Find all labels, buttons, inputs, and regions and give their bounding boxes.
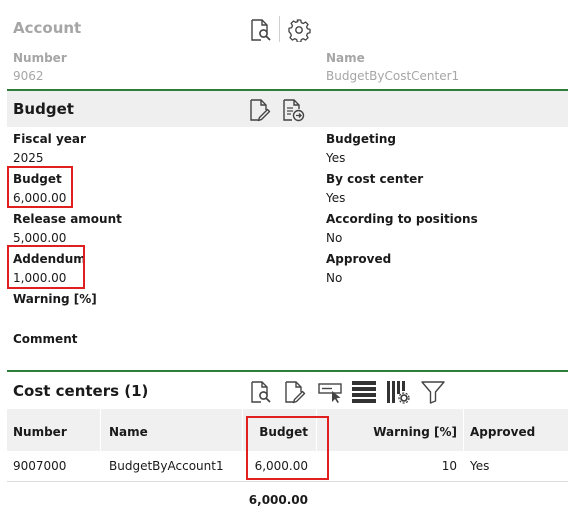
column-separator	[100, 409, 101, 451]
export-document-icon[interactable]	[281, 98, 305, 122]
cell-name: BudgetByAccount1	[109, 459, 224, 473]
search-document-icon[interactable]	[248, 18, 272, 42]
budget-highlight-box	[7, 166, 73, 208]
column-separator	[463, 409, 464, 451]
budgeting-label: Budgeting	[326, 132, 396, 146]
according-to-positions-label: According to positions	[326, 212, 478, 226]
cost-centers-title: Cost centers (1)	[13, 382, 149, 400]
edit-document-icon[interactable]	[282, 380, 306, 404]
warning-label: Warning [%]	[13, 292, 97, 306]
fiscal-year-value: 2025	[13, 151, 44, 165]
search-document-icon[interactable]	[248, 380, 272, 404]
filter-icon[interactable]	[421, 380, 445, 404]
cell-approved: Yes	[470, 459, 490, 473]
cell-warning: 10	[441, 459, 457, 473]
total-budget: 6,000.00	[248, 493, 308, 507]
column-header-name[interactable]: Name	[109, 425, 148, 439]
account-title: Account	[13, 19, 82, 37]
select-row-icon[interactable]	[318, 380, 342, 404]
account-name-value: BudgetByCostCenter1	[326, 69, 460, 83]
toolbar-divider	[279, 16, 280, 42]
gear-icon[interactable]	[287, 18, 311, 42]
cell-number: 9007000	[13, 459, 67, 473]
budget-column-highlight-box	[246, 416, 329, 480]
budget-title: Budget	[13, 100, 74, 118]
column-header-number[interactable]: Number	[13, 425, 67, 439]
column-header-warning[interactable]: Warning [%]	[330, 425, 457, 439]
account-number-value: 9062	[13, 69, 44, 83]
fiscal-year-label: Fiscal year	[13, 132, 86, 146]
release-amount-value: 5,000.00	[13, 231, 67, 245]
account-name-label: Name	[326, 51, 365, 65]
release-amount-label: Release amount	[13, 212, 122, 226]
budgeting-value: Yes	[326, 151, 346, 165]
approved-label: Approved	[326, 252, 392, 266]
column-header-approved[interactable]: Approved	[470, 425, 535, 439]
section-divider	[7, 370, 568, 372]
edit-document-icon[interactable]	[247, 98, 271, 122]
row-divider	[7, 481, 568, 482]
list-lines-icon[interactable]	[352, 380, 376, 404]
column-separator	[242, 409, 243, 451]
account-number-label: Number	[13, 51, 67, 65]
according-to-positions-value: No	[326, 231, 343, 245]
by-cost-center-label: By cost center	[326, 172, 424, 186]
comment-label: Comment	[13, 332, 78, 346]
column-settings-icon[interactable]	[386, 380, 410, 404]
approved-value: No	[326, 271, 343, 285]
addendum-highlight-box	[7, 245, 85, 289]
by-cost-center-value: Yes	[326, 191, 346, 205]
